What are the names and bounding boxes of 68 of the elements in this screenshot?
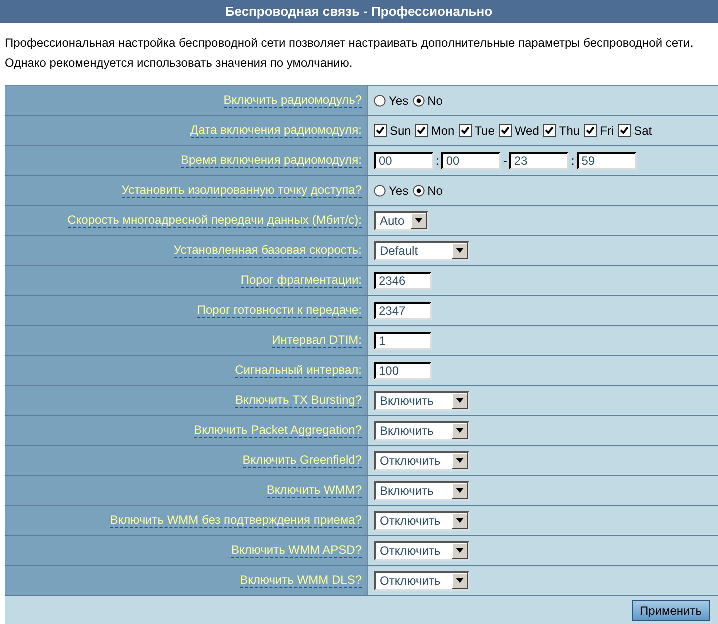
checkbox[interactable]: [458, 124, 475, 137]
day-label: Fri: [600, 124, 614, 138]
radio-button[interactable]: [374, 184, 389, 196]
setting-label: Включить радиомодуль?: [224, 94, 362, 108]
apply-button[interactable]: Применить: [632, 600, 710, 621]
dropdown[interactable]: Отключить: [374, 570, 470, 590]
time-separator: :: [436, 154, 440, 168]
setting-label: Включить WMM DLS?: [240, 574, 362, 588]
day-label: Tue: [474, 124, 495, 138]
setting-label: Порог готовности к передаче:: [197, 304, 362, 318]
radio-button[interactable]: [412, 184, 428, 196]
dropdown[interactable]: Отключить: [374, 540, 470, 560]
dropdown[interactable]: Auto: [374, 210, 429, 230]
setting-label: Включить WMM?: [266, 484, 362, 498]
description-text: Профессиональная настройка беспроводной сети позволяет настраивать дополнительные параметры беспроводной сети.: [5, 35, 694, 52]
setting-label: Установленная базовая скорость:: [174, 244, 362, 258]
input-field[interactable]: 2346: [374, 272, 432, 290]
setting-label: Включить TX Bursting?: [235, 394, 362, 408]
dropdown[interactable]: Включить: [374, 390, 470, 410]
dropdown[interactable]: Включить: [374, 420, 470, 440]
checkbox[interactable]: [374, 124, 390, 137]
setting-label: Время включения радиомодуля:: [181, 154, 362, 168]
description-text: Однако рекомендуется использовать значения по умолчанию.: [5, 55, 353, 72]
time-field[interactable]: 00: [374, 152, 434, 170]
setting-label: Установить изолированную точку доступа?: [122, 184, 362, 198]
setting-label: Сигнальный интервал:: [235, 364, 362, 378]
dropdown[interactable]: Отключить: [374, 450, 470, 470]
day-label: Wed: [514, 124, 540, 138]
setting-label: Скорость многоадресной передачи данных (Мбит/с):: [68, 214, 362, 228]
setting-label: Порог фрагментации:: [240, 274, 362, 288]
setting-label: Включить Packet Aggregation?: [194, 424, 362, 438]
caret-icon: [452, 542, 468, 558]
input-field[interactable]: 100: [374, 362, 432, 380]
caret-icon: [452, 512, 468, 528]
input-field[interactable]: 1: [374, 332, 432, 350]
setting-label: Включить Greenfield?: [242, 454, 362, 468]
time-field[interactable]: 59: [576, 152, 637, 170]
day-label: Mon: [431, 124, 455, 138]
input-field[interactable]: 2347: [374, 302, 432, 320]
dropdown[interactable]: Включить: [374, 480, 470, 500]
caret-icon: [410, 212, 427, 228]
dropdown[interactable]: Отключить: [374, 510, 470, 530]
setting-label: Дата включения радиомодуля:: [190, 124, 362, 138]
page-title: Беспроводная связь - Профессионально: [0, 0, 718, 23]
checkbox[interactable]: [498, 124, 515, 137]
setting-label: Включить WMM APSD?: [231, 544, 362, 558]
option-label: Yes: [389, 94, 409, 108]
setting-label: Включить WMM без подтверждения приема?: [110, 514, 362, 528]
time-separator: -: [503, 154, 508, 168]
day-label: Thu: [559, 124, 580, 138]
caret-icon: [452, 392, 468, 408]
time-field[interactable]: 23: [509, 152, 570, 170]
setting-label: Интервал DTIM:: [272, 334, 362, 348]
caret-icon: [452, 572, 468, 588]
time-separator: :: [571, 154, 575, 168]
time-field[interactable]: 00: [441, 152, 502, 170]
dropdown[interactable]: Default: [374, 240, 470, 260]
caret-icon: [452, 422, 468, 438]
caret-icon: [452, 482, 468, 498]
radio-button[interactable]: [412, 94, 428, 106]
day-label: Sat: [634, 124, 652, 138]
option-label: No: [428, 184, 443, 198]
caret-icon: [452, 242, 468, 258]
caret-icon: [452, 452, 468, 468]
option-label: Yes: [389, 184, 409, 198]
option-label: No: [428, 94, 443, 108]
radio-button[interactable]: [374, 94, 389, 106]
day-label: Sun: [390, 124, 412, 138]
